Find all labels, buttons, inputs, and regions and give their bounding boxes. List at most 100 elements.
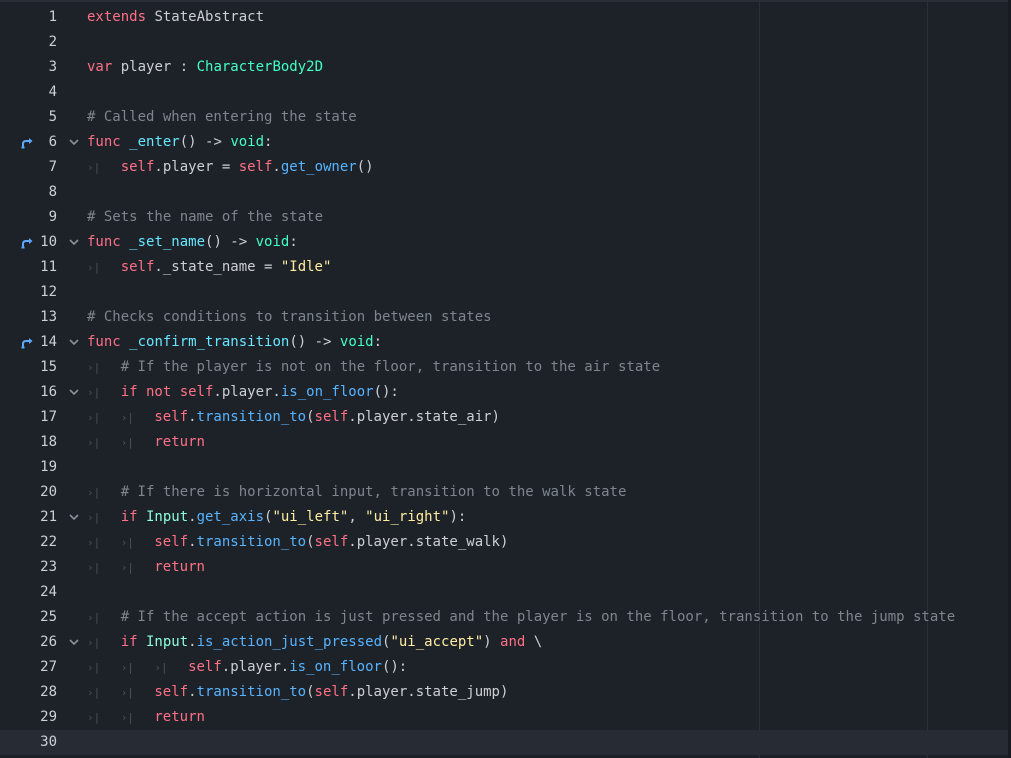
code-line[interactable]: 1 extends StateAbstract: [0, 5, 1011, 30]
chevron-down-icon[interactable]: [68, 330, 80, 355]
code-line[interactable]: 3 var player : CharacterBody2D: [0, 55, 1011, 80]
code-text[interactable]: ›| if Input.get_axis("ui_left", "ui_right…: [87, 505, 466, 530]
code-token: .player.state_air): [348, 409, 500, 425]
code-token: transition_to: [196, 684, 307, 700]
code-token: get_owner: [280, 159, 357, 175]
code-text[interactable]: ›| if Input.is_action_just_pressed("ui_ac…: [87, 630, 542, 655]
code-line[interactable]: 23 ›| ›| return: [0, 555, 1011, 580]
code-text[interactable]: ›| ›| return: [87, 555, 205, 580]
tab-indent-icon: ›|: [120, 686, 134, 699]
chevron-down-icon[interactable]: [68, 505, 80, 530]
code-text[interactable]: func _enter() -> void:: [87, 130, 272, 155]
code-text[interactable]: ›| # If the player is not on the floor, t…: [87, 355, 660, 380]
tab-indent-icon: ›|: [87, 361, 101, 374]
code-token: :: [373, 334, 383, 350]
code-token: return: [154, 559, 205, 575]
tab-indent-icon: ›|: [87, 411, 101, 424]
code-line[interactable]: 26 ›| if Input.is_action_just_pressed("ui_…: [0, 630, 1011, 655]
code-token: and: [500, 634, 526, 650]
code-line[interactable]: 11 ›| self._state_name = "Idle": [0, 255, 1011, 280]
code-text[interactable]: ›| ›| self.transition_to(self.player.state…: [87, 405, 500, 430]
code-token: self: [179, 384, 214, 400]
code-line[interactable]: 6 func _enter() -> void:: [0, 130, 1011, 155]
code-line[interactable]: 25 ›| # If the accept action is just press…: [0, 605, 1011, 630]
tab-indent-icon: ›|: [120, 411, 134, 424]
code-editor[interactable]: 1 extends StateAbstract 2 3 var player : Cha…: [0, 0, 1011, 758]
chevron-down-icon[interactable]: [68, 230, 80, 255]
code-line[interactable]: 12: [0, 280, 1011, 305]
code-line[interactable]: 13 # Checks conditions to transition betw…: [0, 305, 1011, 330]
code-line[interactable]: 2: [0, 30, 1011, 55]
code-line[interactable]: 19: [0, 455, 1011, 480]
chevron-down-icon[interactable]: [68, 630, 80, 655]
code-line[interactable]: 7 ›| self.player = self.get_owner(): [0, 155, 1011, 180]
line-number: 19: [40, 459, 57, 475]
code-token: .: [272, 159, 281, 175]
code-line[interactable]: 15 ›| # If the player is not on the floor,…: [0, 355, 1011, 380]
code-line[interactable]: 16 ›| if not self.player.is_on_floor():: [0, 380, 1011, 405]
code-text[interactable]: ›| ›| self.transition_to(self.player.state…: [87, 680, 508, 705]
code-token: .: [188, 634, 197, 650]
code-token: self: [154, 534, 189, 550]
code-token: if: [120, 509, 146, 525]
code-text[interactable]: var player : CharacterBody2D: [87, 55, 323, 80]
code-token: ): [483, 634, 501, 650]
code-line[interactable]: 17 ›| ›| self.transition_to(self.player.sta…: [0, 405, 1011, 430]
tab-indent-icon: ›|: [87, 661, 101, 674]
line-number: 26: [40, 634, 57, 650]
code-token: "ui_left": [272, 509, 349, 525]
code-text[interactable]: # Sets the name of the state: [87, 205, 323, 230]
code-text[interactable]: func _set_name() -> void:: [87, 230, 298, 255]
editor-top-border: [0, 0, 1011, 2]
chevron-down-icon[interactable]: [68, 130, 80, 155]
tab-indent-icon: ›|: [87, 161, 101, 174]
code-token: .player.state_jump): [348, 684, 509, 700]
code-token: .: [188, 509, 197, 525]
chevron-down-icon[interactable]: [68, 380, 80, 405]
tab-indent-icon: ›|: [120, 436, 134, 449]
code-text[interactable]: ›| self.player = self.get_owner(): [87, 155, 374, 180]
code-line[interactable]: 5 # Called when entering the state: [0, 105, 1011, 130]
code-token: is_on_floor: [280, 384, 374, 400]
code-text[interactable]: func _confirm_transition() -> void:: [87, 330, 382, 355]
code-text[interactable]: ›| self._state_name = "Idle": [87, 255, 331, 280]
code-line[interactable]: 24: [0, 580, 1011, 605]
code-line[interactable]: 4: [0, 80, 1011, 105]
code-token: self: [314, 684, 349, 700]
code-token: ,: [348, 509, 366, 525]
code-token: self: [120, 259, 155, 275]
code-token: is_action_just_pressed: [196, 634, 383, 650]
code-token: () ->: [179, 134, 231, 150]
code-text[interactable]: ›| ›| ›| self.player.is_on_floor():: [87, 655, 407, 680]
code-text[interactable]: ›| ›| return: [87, 705, 205, 730]
code-token: return: [154, 709, 205, 725]
code-token: () ->: [205, 234, 256, 250]
code-text[interactable]: ›| # If there is horizontal input, transi…: [87, 480, 626, 505]
code-text[interactable]: extends StateAbstract: [87, 5, 264, 30]
code-token: "ui_accept": [390, 634, 484, 650]
code-text[interactable]: ›| ›| return: [87, 430, 205, 455]
code-line[interactable]: 9 # Sets the name of the state: [0, 205, 1011, 230]
code-token: self: [314, 409, 349, 425]
code-line[interactable]: 14 func _confirm_transition() -> void:: [0, 330, 1011, 355]
code-line[interactable]: 30: [0, 730, 1011, 755]
code-token: .: [188, 684, 197, 700]
code-line[interactable]: 27 ›| ›| ›| self.player.is_on_floor():: [0, 655, 1011, 680]
code-line[interactable]: 22 ›| ›| self.transition_to(self.player.sta…: [0, 530, 1011, 555]
code-text[interactable]: ›| ›| self.transition_to(self.player.state…: [87, 530, 508, 555]
line-number: 20: [40, 484, 57, 500]
code-line[interactable]: 10 func _set_name() -> void:: [0, 230, 1011, 255]
code-line[interactable]: 29 ›| ›| return: [0, 705, 1011, 730]
code-text[interactable]: # Called when entering the state: [87, 105, 357, 130]
code-line[interactable]: 18 ›| ›| return: [0, 430, 1011, 455]
code-line[interactable]: 28 ›| ›| self.transition_to(self.player.sta…: [0, 680, 1011, 705]
code-token: \: [525, 634, 543, 650]
code-lines[interactable]: 1 extends StateAbstract 2 3 var player : Cha…: [0, 5, 1011, 755]
code-line[interactable]: 20 ›| # If there is horizontal input, tran…: [0, 480, 1011, 505]
code-text[interactable]: ›| if not self.player.is_on_floor():: [87, 380, 399, 405]
code-line[interactable]: 21 ›| if Input.get_axis("ui_left", "ui_rig…: [0, 505, 1011, 530]
code-line[interactable]: 8: [0, 180, 1011, 205]
code-text[interactable]: ›| # If the accept action is just pressed…: [87, 605, 955, 630]
code-text[interactable]: # Checks conditions to transition betwee…: [87, 305, 492, 330]
